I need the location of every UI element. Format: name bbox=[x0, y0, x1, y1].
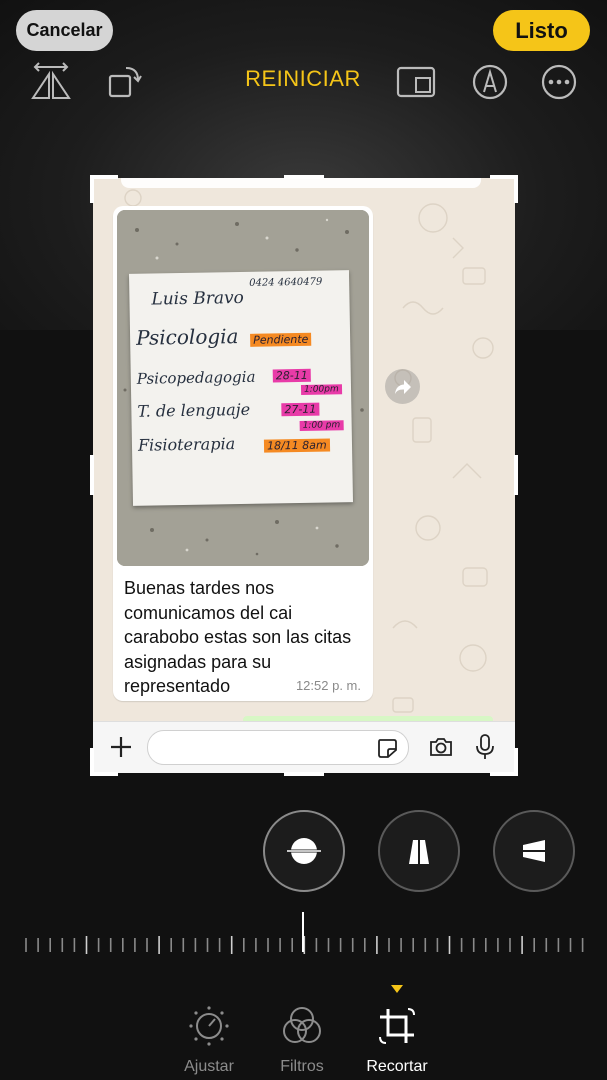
crop-edge-bottom[interactable] bbox=[284, 772, 324, 776]
rotation-dial[interactable] bbox=[20, 930, 590, 960]
reset-button[interactable]: REINICIAR bbox=[230, 66, 376, 92]
vertical-perspective-button[interactable] bbox=[378, 810, 460, 892]
active-tab-marker bbox=[391, 985, 403, 993]
crop-edge-left[interactable] bbox=[90, 455, 94, 495]
tab-adjust[interactable]: Ajustar bbox=[164, 1005, 254, 1076]
tab-filters[interactable]: Filtros bbox=[257, 1005, 347, 1076]
tab-filters-label: Filtros bbox=[280, 1058, 324, 1075]
crop-icon bbox=[379, 1008, 415, 1044]
tab-crop[interactable]: Recortar bbox=[352, 1005, 442, 1076]
crop-corner-bottom-right[interactable] bbox=[490, 748, 518, 776]
cancel-button[interactable]: Cancelar bbox=[16, 10, 113, 51]
horizontal-perspective-button[interactable] bbox=[493, 810, 575, 892]
horizontal-perspective-icon bbox=[519, 840, 549, 862]
more-options-icon[interactable] bbox=[539, 62, 579, 102]
tab-adjust-label: Ajustar bbox=[184, 1058, 234, 1075]
crop-edge-right[interactable] bbox=[514, 455, 518, 495]
markup-pen-icon[interactable] bbox=[470, 62, 510, 102]
aspect-ratio-icon[interactable] bbox=[396, 62, 436, 102]
rotate-icon[interactable] bbox=[104, 62, 144, 102]
flip-horizontal-icon[interactable] bbox=[31, 62, 71, 102]
crop-corner-top-left[interactable] bbox=[90, 175, 118, 203]
crop-corner-bottom-left[interactable] bbox=[90, 748, 118, 776]
vertical-perspective-icon bbox=[409, 837, 429, 866]
filters-icon bbox=[283, 1007, 321, 1043]
crop-corner-top-right[interactable] bbox=[490, 175, 518, 203]
dial-indicator bbox=[302, 912, 304, 952]
done-button[interactable]: Listo bbox=[493, 10, 590, 51]
straighten-icon bbox=[287, 838, 321, 864]
adjust-dial-icon bbox=[189, 1006, 229, 1046]
tab-crop-label: Recortar bbox=[366, 1058, 428, 1075]
straighten-button[interactable] bbox=[263, 810, 345, 892]
crop-edge-top[interactable] bbox=[284, 175, 324, 179]
crop-frame[interactable] bbox=[90, 175, 518, 776]
